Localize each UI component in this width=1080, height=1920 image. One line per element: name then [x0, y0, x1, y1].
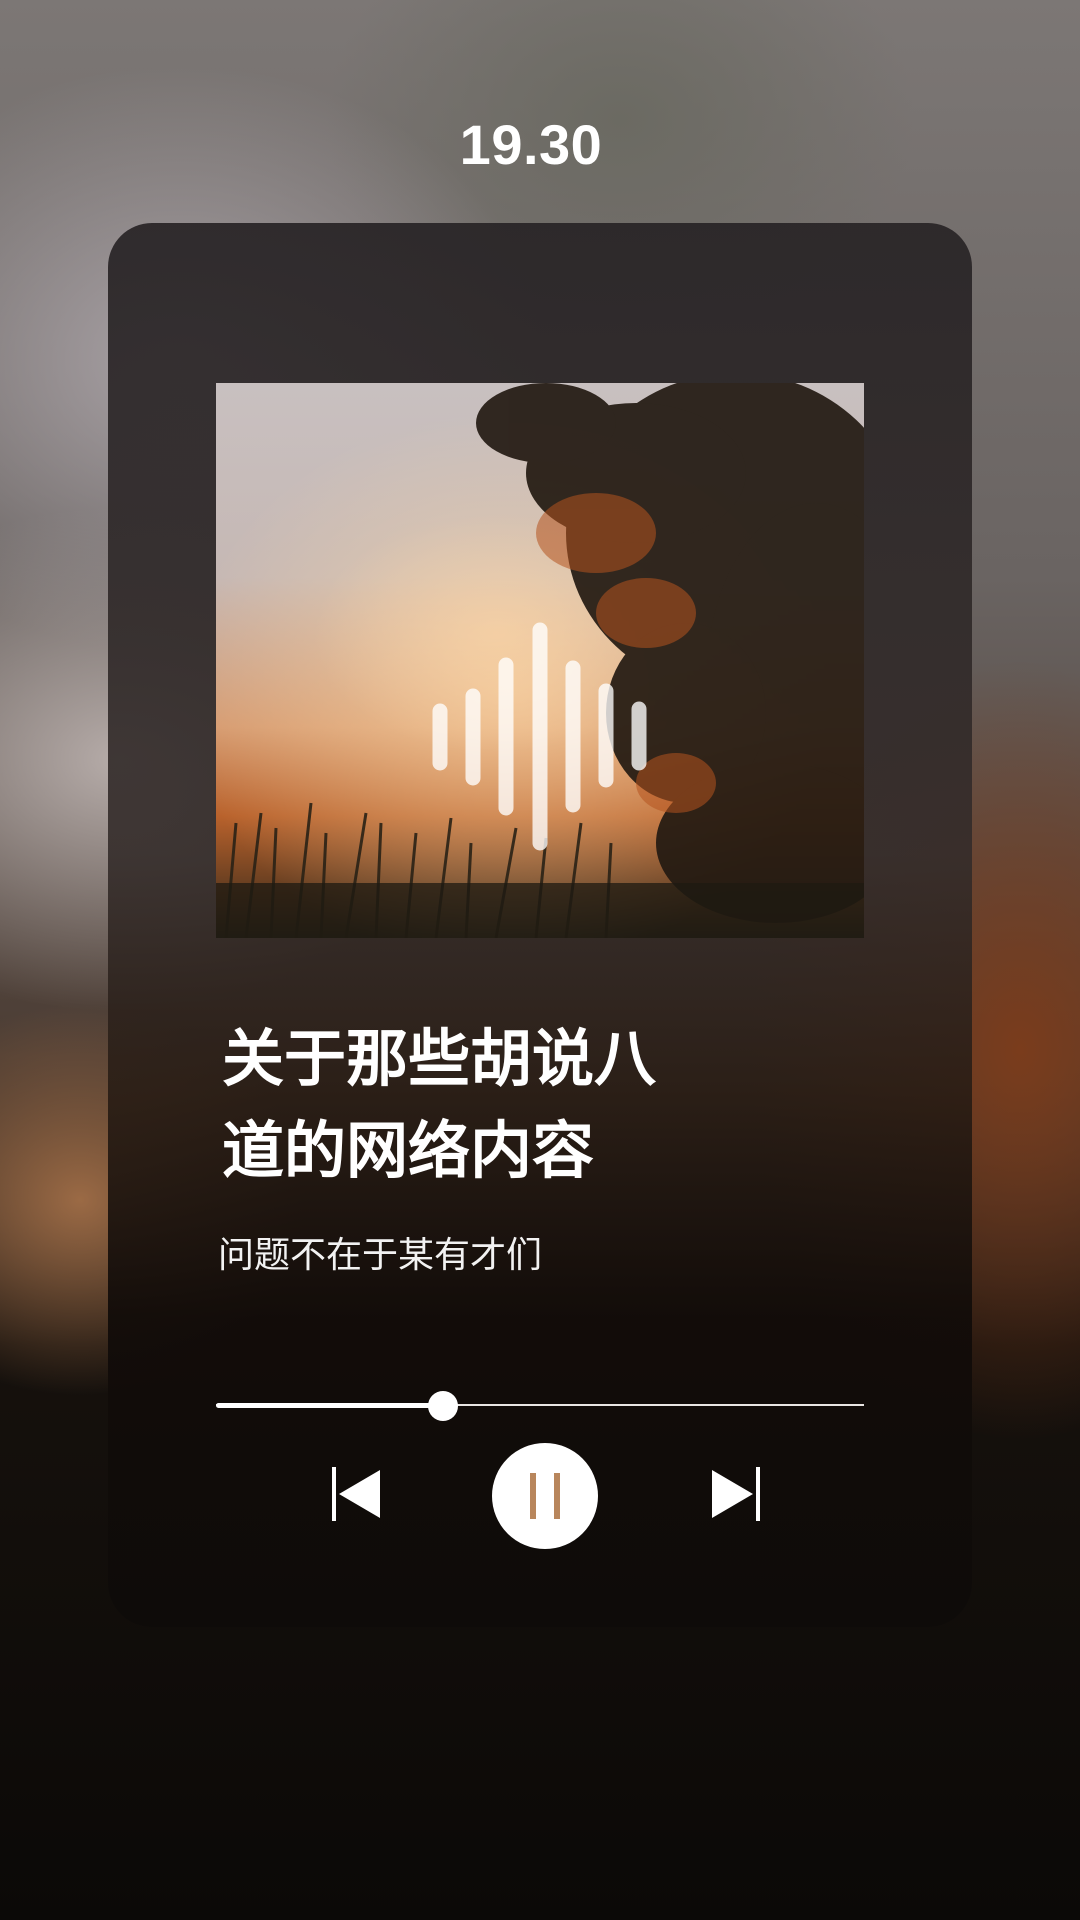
track-artist: 问题不在于某有才们	[218, 1235, 543, 1276]
playback-controls	[108, 1443, 972, 1553]
track-title: 关于那些胡说八 道的网络内容	[222, 1022, 657, 1187]
skip-next-icon	[712, 1467, 760, 1521]
skip-previous-icon	[332, 1467, 380, 1521]
previous-button[interactable]	[330, 1465, 382, 1523]
next-button[interactable]	[710, 1465, 762, 1523]
pause-button[interactable]	[492, 1443, 598, 1549]
progress-slider[interactable]	[216, 1391, 864, 1421]
audio-waveform-icon	[432, 622, 647, 851]
progress-fill	[216, 1403, 443, 1408]
album-art[interactable]	[216, 383, 864, 938]
progress-knob[interactable]	[427, 1391, 458, 1421]
status-time: 19.30	[459, 113, 603, 176]
pause-icon	[530, 1473, 560, 1519]
music-player-card: 关于那些胡说八 道的网络内容 问题不在于某有才们	[108, 223, 972, 1627]
